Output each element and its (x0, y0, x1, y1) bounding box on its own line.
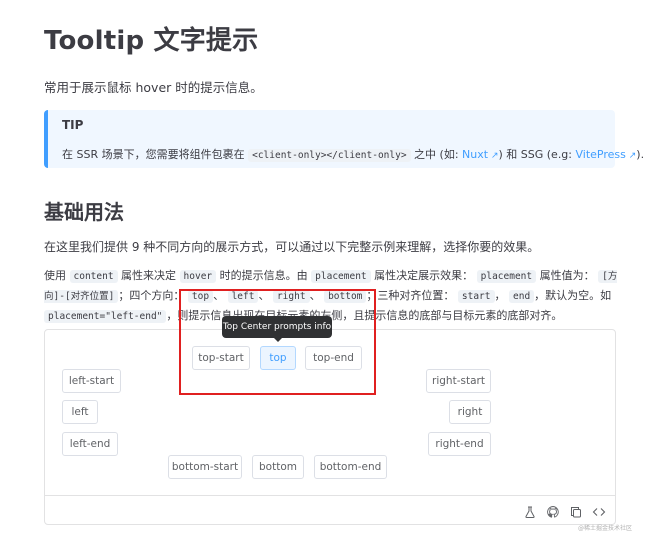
left-end-button[interactable]: left-end (62, 432, 118, 456)
text: 属性决定展示效果： (370, 269, 477, 282)
text: ，默认为空。如 (534, 289, 612, 302)
watermark: @稀土掘金技术社区 (578, 525, 633, 532)
text: 属性来决定 (117, 269, 180, 282)
page-intro: 常用于展示鼠标 hover 时的提示信息。 (44, 80, 263, 95)
flask-icon[interactable] (523, 505, 537, 519)
copy-icon[interactable] (569, 505, 583, 519)
tip-text: ) 和 SSG (e.g: (498, 148, 576, 161)
text: 时的提示信息。由 (216, 269, 312, 282)
inline-code: placement (311, 270, 371, 283)
external-link-icon: ↗ (625, 151, 637, 161)
bottom-button[interactable]: bottom (252, 455, 304, 479)
demo-divider (45, 495, 615, 496)
right-start-button[interactable]: right-start (426, 369, 491, 393)
inline-code: end (509, 290, 535, 303)
right-end-button[interactable]: right-end (428, 432, 491, 456)
text: ；三种对齐位置： (366, 289, 458, 302)
section-heading: 基础用法 (44, 200, 124, 224)
inline-code: start (457, 290, 495, 303)
inline-code: placement="left-end" (44, 310, 167, 323)
code-icon[interactable] (592, 505, 606, 519)
tip-text: 之中 (如: (410, 148, 463, 161)
tip-body: 在 SSR 场景下，您需要将组件包裹在 <client-only></clien… (62, 146, 644, 162)
page-title: Tooltip 文字提示 (44, 26, 259, 56)
text: ；四个方向： (118, 289, 188, 302)
tip-text: 在 SSR 场景下，您需要将组件包裹在 (62, 148, 249, 161)
tip-code: <client-only></client-only> (248, 149, 411, 162)
left-button[interactable]: left (62, 400, 98, 424)
tip-box: TIP 在 SSR 场景下，您需要将组件包裹在 <client-only></c… (44, 110, 644, 168)
tip-title: TIP (62, 118, 84, 132)
bottom-start-button[interactable]: bottom-start (168, 455, 242, 479)
text: ， (494, 289, 509, 302)
inline-code: placement (476, 270, 537, 283)
section-paragraph: 在这里我们提供 9 种不同方向的展示方式，可以通过以下完整示例来理解，选择你要的… (44, 240, 540, 254)
left-start-button[interactable]: left-start (62, 369, 121, 393)
highlight-box (179, 289, 376, 395)
vitepress-link[interactable]: VitePress (576, 148, 626, 161)
tip-text: ). (636, 148, 645, 161)
nuxt-link[interactable]: Nuxt (462, 148, 488, 161)
inline-code: content (69, 270, 118, 283)
text: 属性值为： (536, 269, 599, 282)
text: 使用 (44, 269, 70, 282)
bottom-end-button[interactable]: bottom-end (314, 455, 387, 479)
github-icon[interactable] (546, 505, 560, 519)
right-button[interactable]: right (449, 400, 491, 424)
inline-code: hover (179, 270, 217, 283)
external-link-icon: ↗ (488, 151, 499, 161)
